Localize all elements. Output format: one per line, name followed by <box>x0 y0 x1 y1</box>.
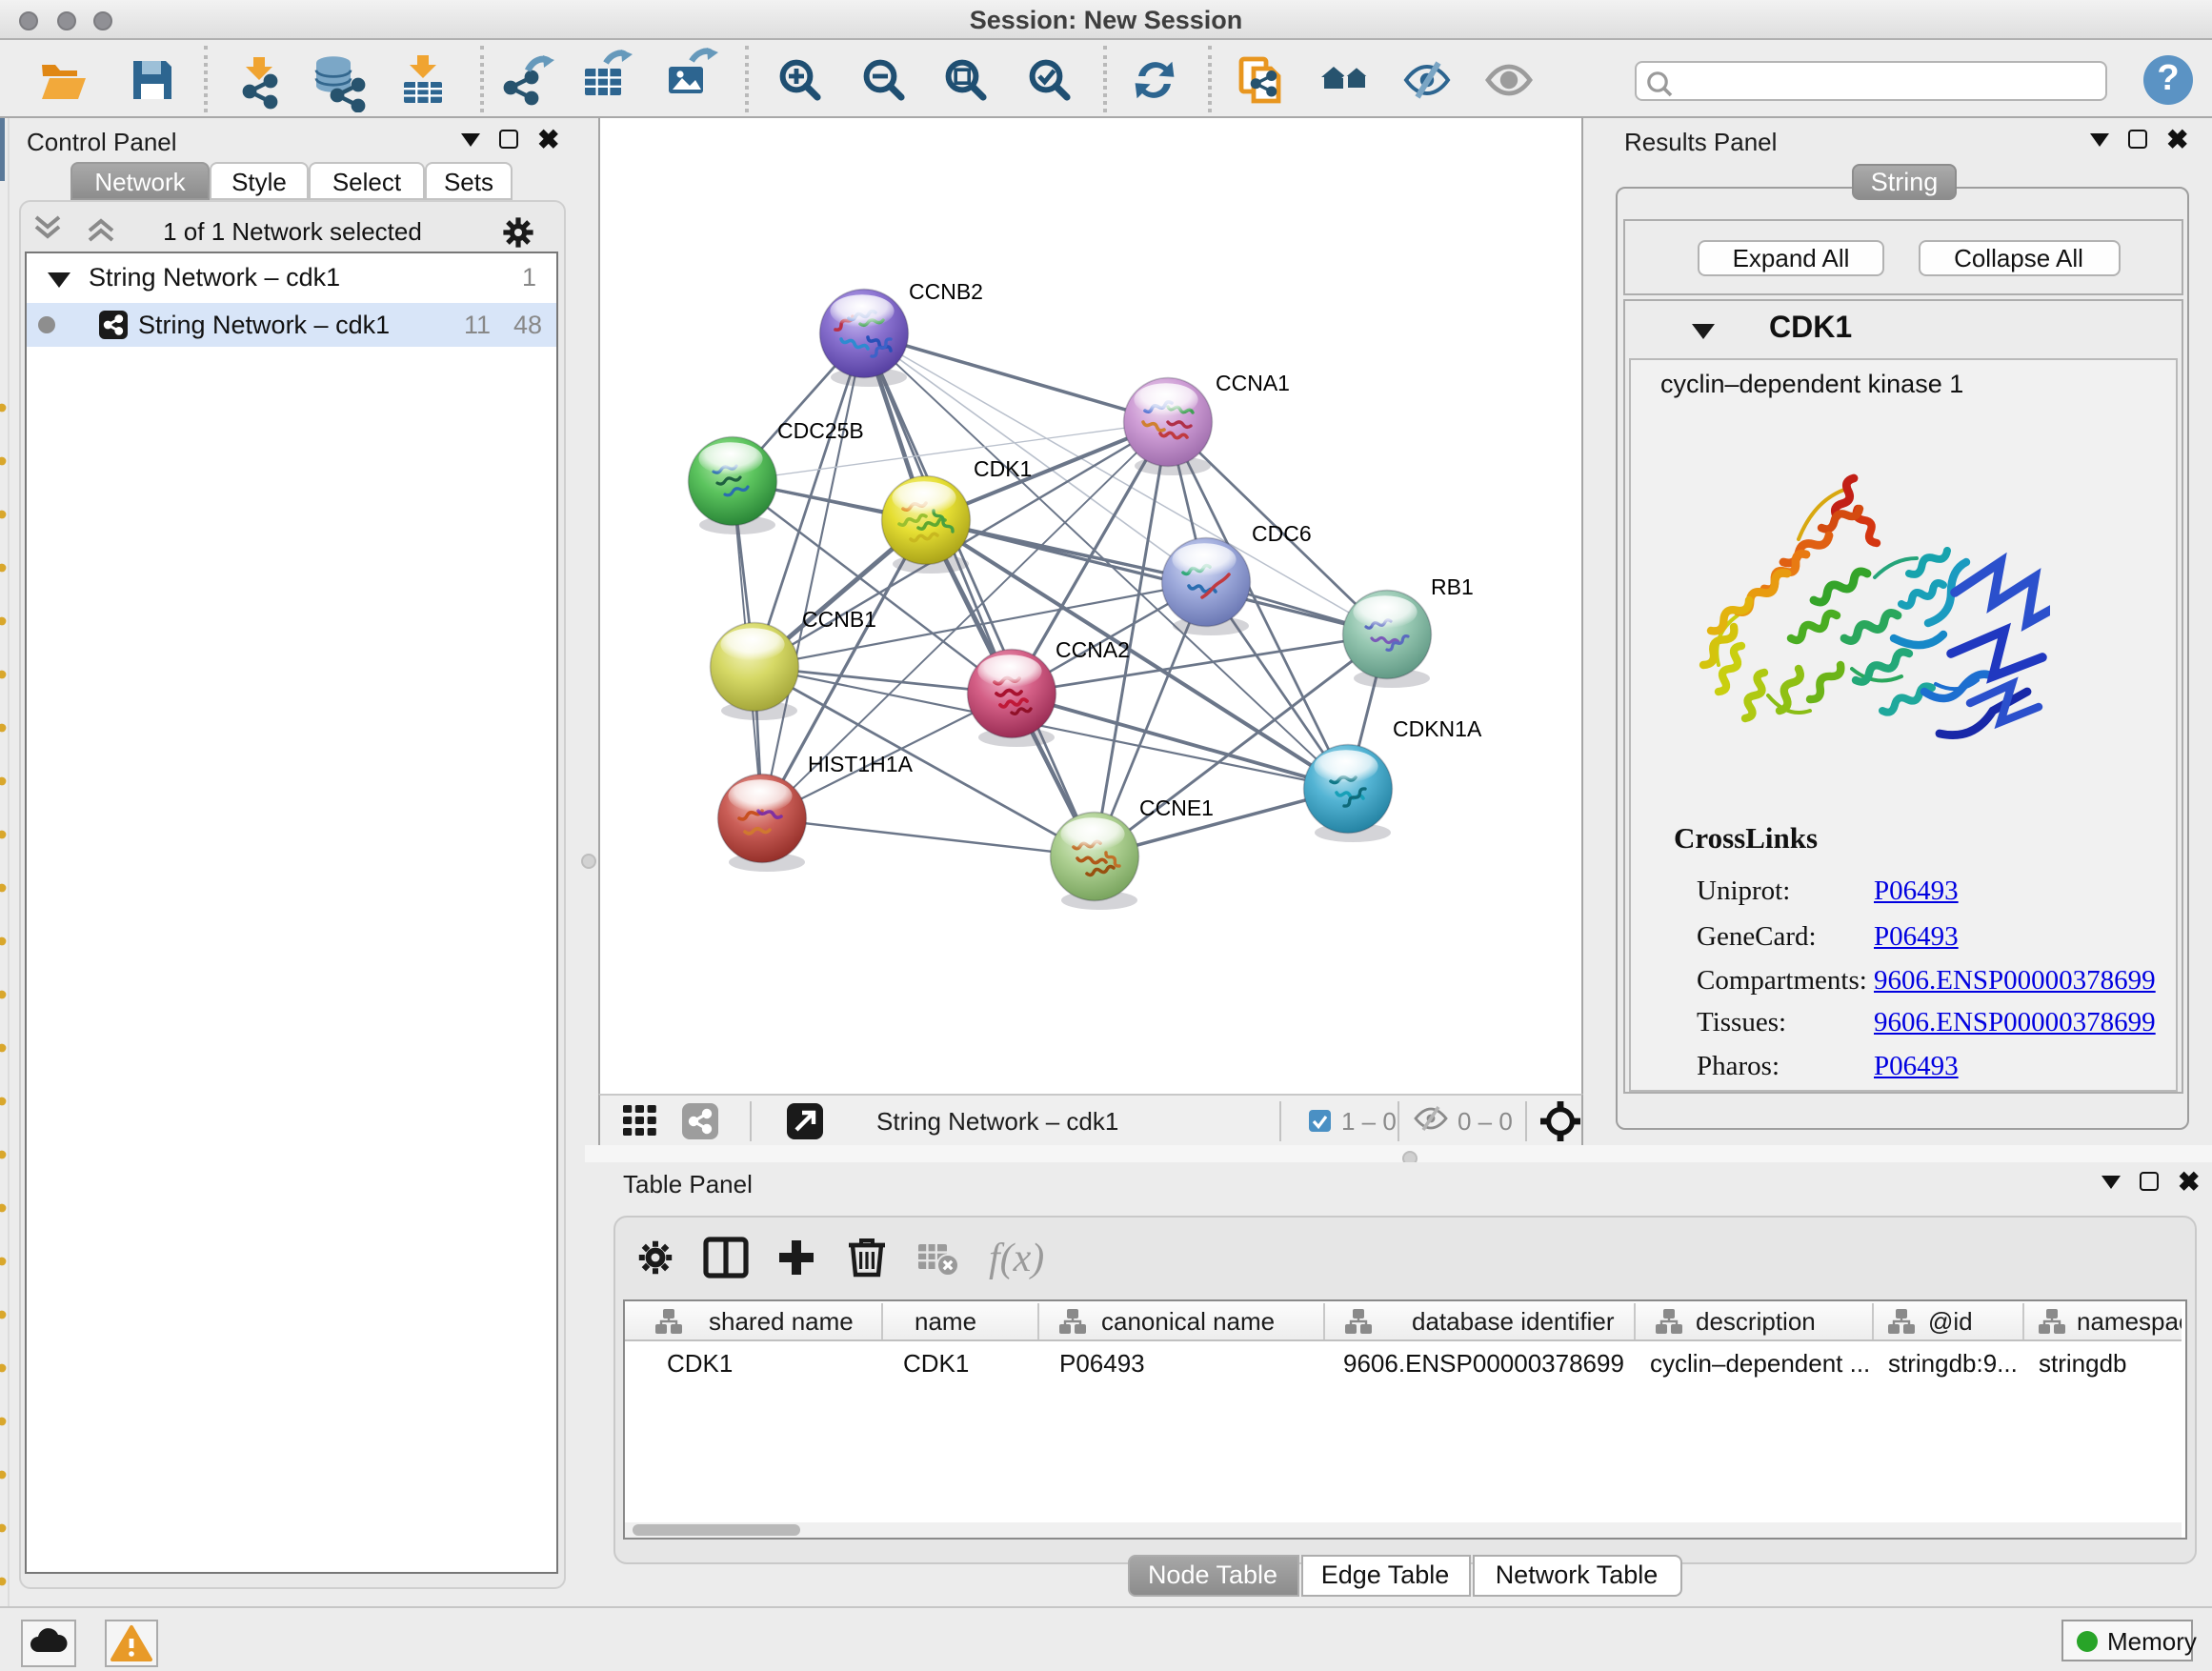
svg-text:CDK1: CDK1 <box>666 1348 732 1377</box>
svg-text:9606.ENSP00000378699: 9606.ENSP00000378699 <box>1342 1348 1623 1377</box>
svg-text:database identifier: database identifier <box>1411 1306 1614 1335</box>
svg-text:CDK1: CDK1 <box>902 1348 968 1377</box>
svg-text:RB1: RB1 <box>1431 574 1474 599</box>
svg-text:1 – 0: 1 – 0 <box>1341 1107 1397 1136</box>
svg-text:description: description <box>1695 1306 1815 1335</box>
svg-text:cyclin–dependent ...: cyclin–dependent ... <box>1649 1348 1869 1377</box>
svg-text:CCNA2: CCNA2 <box>1056 637 1130 662</box>
svg-text:name: name <box>914 1306 975 1335</box>
svg-text:CCNA1: CCNA1 <box>1216 371 1290 395</box>
svg-text:namespac: namespac <box>2076 1306 2181 1335</box>
svg-text:f(x): f(x) <box>988 1236 1043 1279</box>
svg-text:CCNB1: CCNB1 <box>802 607 876 632</box>
svg-text:String Network – cdk1: String Network – cdk1 <box>876 1107 1118 1136</box>
svg-text:stringdb: stringdb <box>2038 1348 2126 1377</box>
svg-text:canonical name: canonical name <box>1100 1306 1274 1335</box>
svg-text:HIST1H1A: HIST1H1A <box>808 752 914 776</box>
svg-text:CDK1: CDK1 <box>974 456 1032 481</box>
svg-text:@id: @id <box>1927 1306 1972 1335</box>
svg-text:CDC6: CDC6 <box>1252 521 1312 546</box>
svg-text:CCNB2: CCNB2 <box>909 279 983 304</box>
svg-text:P06493: P06493 <box>1058 1348 1144 1377</box>
svg-text:shared name: shared name <box>708 1306 853 1335</box>
svg-text:0 – 0: 0 – 0 <box>1458 1107 1513 1136</box>
svg-text:CDKN1A: CDKN1A <box>1393 716 1482 741</box>
svg-text:stringdb:9...: stringdb:9... <box>1887 1348 2017 1377</box>
svg-text:CDC25B: CDC25B <box>777 418 864 443</box>
svg-text:CCNE1: CCNE1 <box>1139 795 1214 820</box>
